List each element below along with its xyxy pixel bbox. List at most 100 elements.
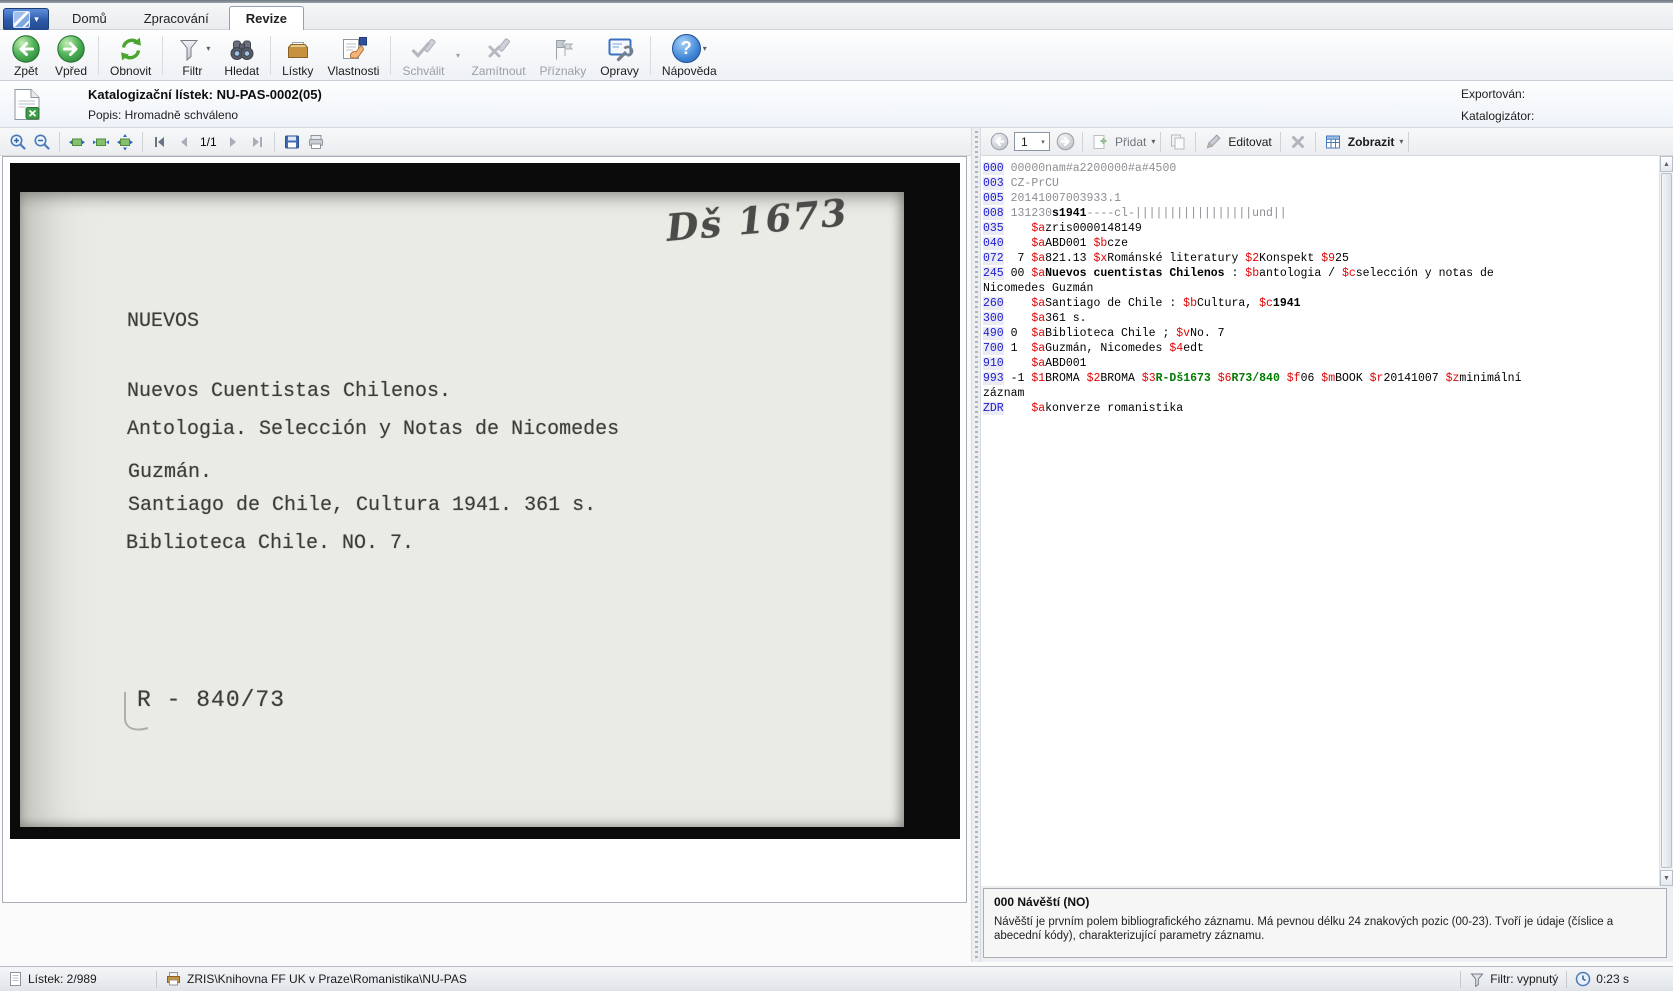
- filter-label: Filtr: [182, 64, 202, 78]
- marc-record-text[interactable]: 000 00000nam#a2200000#a#4500003 CZ-PrCU0…: [981, 156, 1659, 886]
- scroll-up-button[interactable]: ▲: [1660, 156, 1673, 172]
- back-icon: [11, 33, 41, 64]
- properties-label: Vlastnosti: [327, 64, 379, 78]
- chevron-down-icon: ▾: [206, 44, 210, 53]
- marc-line[interactable]: 040 $aABD001 $bcze: [983, 236, 1655, 251]
- edit-field-button[interactable]: Editovat: [1228, 135, 1271, 149]
- ribbon-toolbar: Zpět Vpřed Obnovit ▾ Filtr Hledat: [0, 30, 1673, 81]
- toolbar-separator: [650, 36, 651, 75]
- marc-line[interactable]: 000 00000nam#a2200000#a#4500: [983, 161, 1655, 176]
- marc-segment: edt: [1183, 342, 1204, 355]
- cards-button[interactable]: Lístky: [275, 32, 320, 79]
- print-button[interactable]: [304, 131, 328, 153]
- refresh-icon: [116, 33, 146, 64]
- toolbar-separator: [1408, 132, 1409, 152]
- marc-segment: $6: [1218, 372, 1232, 385]
- scroll-down-button[interactable]: ▼: [1660, 870, 1673, 886]
- marc-line[interactable]: záznam: [983, 386, 1655, 401]
- marc-line[interactable]: 260 $aSantiago de Chile : $bCultura, $c1…: [983, 296, 1655, 311]
- toolbar-separator: [59, 132, 60, 152]
- search-button[interactable]: Hledat: [217, 32, 266, 79]
- marc-segment: $1: [1031, 372, 1045, 385]
- refresh-label: Obnovit: [110, 64, 151, 78]
- forward-button[interactable]: Vpřed: [48, 32, 94, 79]
- record-description: Popis: Hromadně schváleno: [88, 108, 238, 122]
- fit-all-button[interactable]: [113, 131, 137, 153]
- marc-segment: s1941: [1052, 207, 1087, 220]
- marc-segment: $a: [1031, 342, 1045, 355]
- marc-segment: 361 s.: [1045, 312, 1086, 325]
- pane-splitter[interactable]: [971, 128, 981, 962]
- marc-segment: BROMA: [1100, 372, 1141, 385]
- marc-segment: CZ-PrCU: [1004, 177, 1059, 190]
- marc-segment: $2: [1245, 252, 1259, 265]
- marc-line[interactable]: 005 20141007003933.1: [983, 191, 1655, 206]
- toolbar-separator: [98, 36, 99, 75]
- marc-segment: $9: [1321, 252, 1335, 265]
- page-indicator: 1/1: [196, 135, 221, 149]
- reject-label: Zamítnout: [472, 64, 526, 78]
- card-text-line: Nuevos Cuentistas Chilenos.: [127, 380, 451, 403]
- marc-line[interactable]: 008 131230s1941----cl-|||||||||||||||||u…: [983, 206, 1655, 221]
- tab-zpracovani[interactable]: Zpracování: [127, 7, 226, 29]
- field-number-combobox[interactable]: 1 ▾: [1014, 132, 1050, 151]
- view-mode-button[interactable]: Zobrazit: [1348, 135, 1395, 149]
- copy-field-button: [1166, 131, 1190, 153]
- fit-page-button[interactable]: [65, 131, 89, 153]
- last-page-button: [245, 131, 269, 153]
- tab-revize[interactable]: Revize: [229, 6, 304, 30]
- marc-line[interactable]: ZDR $akonverze romanistika: [983, 401, 1655, 416]
- chevron-down-icon: ▾: [1399, 137, 1403, 146]
- app-menu-button[interactable]: ▾: [3, 8, 49, 31]
- help-button[interactable]: ? ▾ Nápověda: [655, 32, 724, 79]
- zoom-in-button[interactable]: [6, 131, 30, 153]
- marc-segment: :: [1225, 267, 1246, 280]
- marc-line[interactable]: 490 0 $aBiblioteca Chile ; $vNo. 7: [983, 326, 1655, 341]
- reject-button: Zamítnout: [465, 32, 533, 79]
- marc-segment: $a: [1031, 402, 1045, 415]
- field-help-body: Návěští je prvním polem bibliografického…: [994, 915, 1656, 943]
- status-timer-icon: [1575, 971, 1591, 987]
- marc-line[interactable]: 700 1 $aGuzmán, Nicomedes $4edt: [983, 341, 1655, 356]
- marc-line[interactable]: 035 $azris0000148149: [983, 221, 1655, 236]
- marc-segment: ABD001: [1045, 357, 1086, 370]
- fit-width-button[interactable]: [89, 131, 113, 153]
- marc-field-tag: ZDR: [983, 402, 1004, 415]
- marc-field-tag: 035: [983, 222, 1004, 235]
- marc-scrollbar[interactable]: ▲ ▼: [1659, 156, 1673, 886]
- help-icon: ?: [672, 34, 701, 63]
- filter-button[interactable]: ▾ Filtr: [167, 32, 217, 79]
- card-text-line: Antologia. Selección y Notas de Nicomede…: [127, 418, 619, 441]
- fixes-button[interactable]: Op­ravy: [593, 32, 646, 79]
- marc-segment: $a: [1031, 237, 1045, 250]
- refresh-button[interactable]: Obnovit: [103, 32, 158, 79]
- save-image-button[interactable]: [280, 131, 304, 153]
- marc-line[interactable]: 072 7 $a821.13 $xRománské literatury $2K…: [983, 251, 1655, 266]
- marc-line[interactable]: 003 CZ-PrCU: [983, 176, 1655, 191]
- marc-field-tag: 245: [983, 267, 1004, 280]
- marc-line[interactable]: 993 -1 $1BROMA $2BROMA $3R-Dš1673 $6R73/…: [983, 371, 1655, 386]
- marc-segment: $2: [1087, 372, 1101, 385]
- zoom-out-button[interactable]: [30, 131, 54, 153]
- app-logo-icon: [13, 11, 30, 28]
- chevron-down-icon: ▾: [456, 51, 460, 60]
- marc-line[interactable]: 300 $a361 s.: [983, 311, 1655, 326]
- card-scan-image[interactable]: Dš 1673 NUEVOS Nuevos Cuentistas Chileno…: [10, 163, 960, 839]
- add-field-button: Přidat: [1115, 135, 1146, 149]
- approve-button: Schválit: [395, 32, 451, 79]
- properties-button[interactable]: Vlastnosti: [320, 32, 386, 79]
- marc-field-tag: 910: [983, 357, 1004, 370]
- marc-segment: konverze romanistika: [1045, 402, 1183, 415]
- scrollbar-thumb[interactable]: [1661, 173, 1672, 868]
- back-button[interactable]: Zpět: [4, 32, 48, 79]
- field-number-value: 1: [1015, 135, 1037, 149]
- fixes-label: Op­ravy: [600, 64, 639, 78]
- first-page-button[interactable]: [148, 131, 172, 153]
- marc-segment: $a: [1031, 312, 1045, 325]
- marc-segment: $v: [1176, 327, 1190, 340]
- exported-label: Exportován:: [1461, 87, 1525, 101]
- marc-line[interactable]: Nicomedes Guzmán: [983, 281, 1655, 296]
- marc-line[interactable]: 910 $aABD001: [983, 356, 1655, 371]
- marc-line[interactable]: 245 00 $aNuevos cuentistas Chilenos : $b…: [983, 266, 1655, 281]
- tab-domu[interactable]: Domů: [55, 7, 124, 29]
